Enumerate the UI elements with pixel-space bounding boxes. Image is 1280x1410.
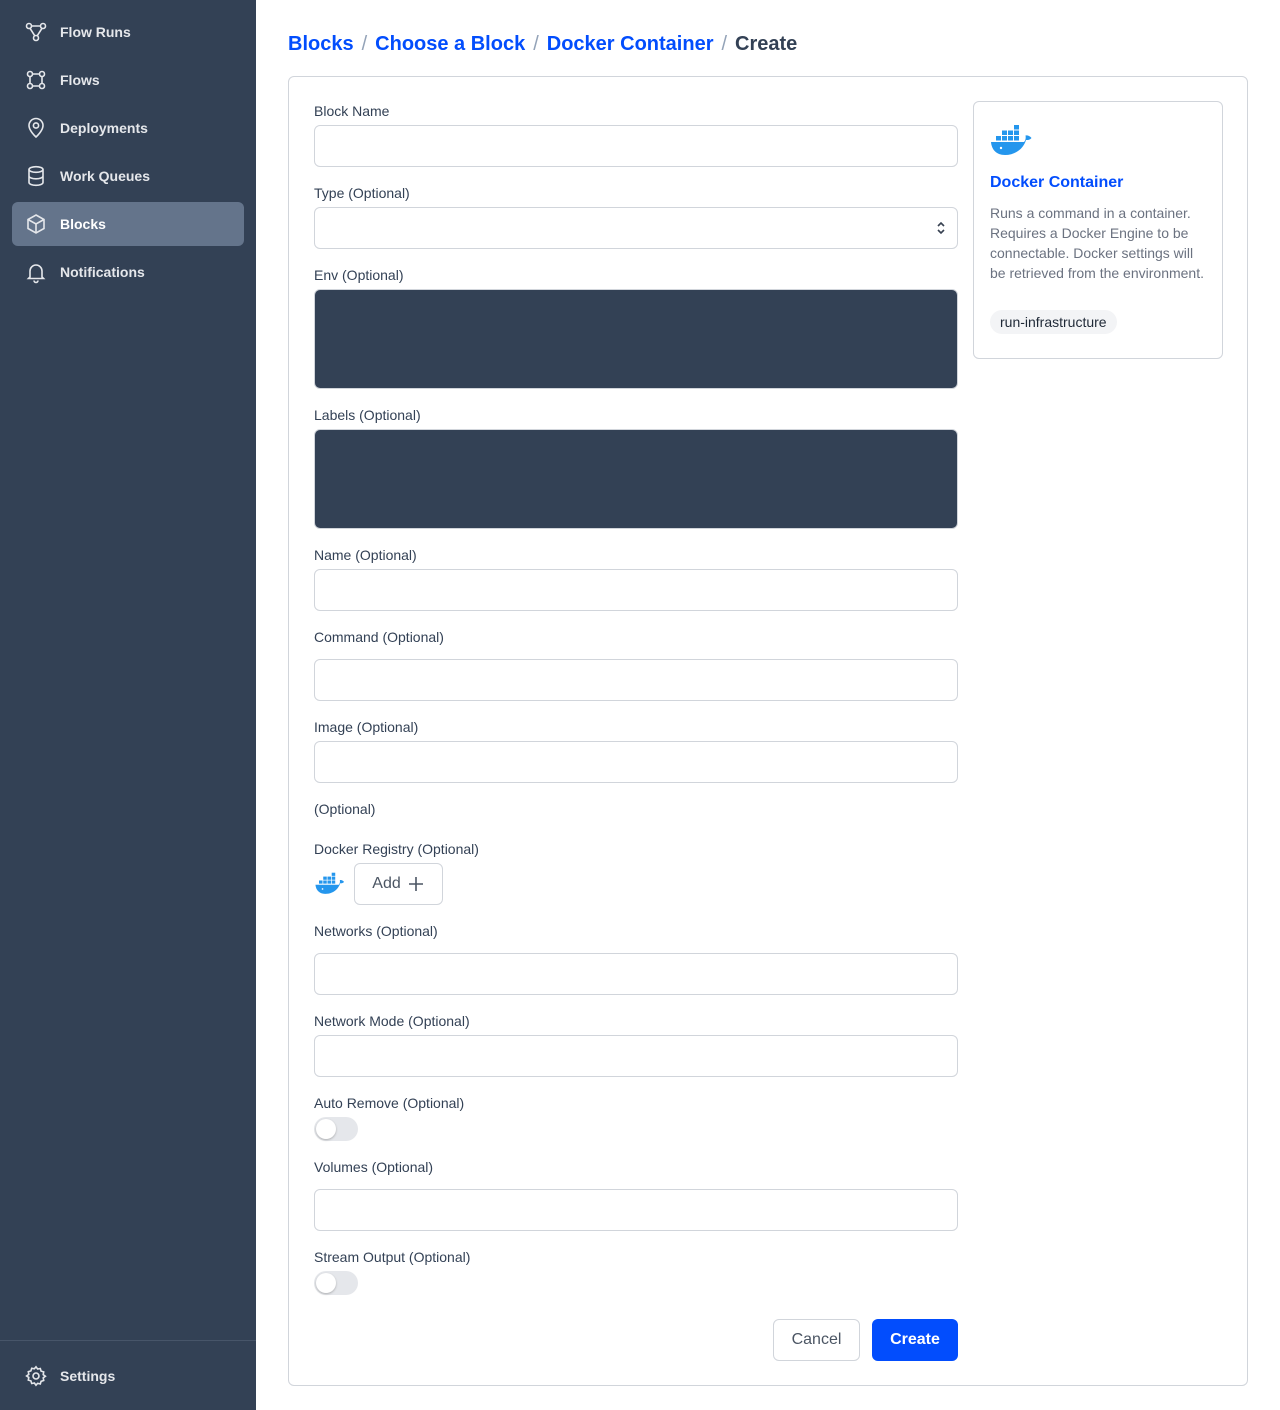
add-docker-registry-button[interactable]: Add	[354, 863, 443, 905]
toggle-knob	[316, 1273, 336, 1293]
sidebar-nav: Flow Runs Flows Deployments Work Queues	[12, 10, 244, 298]
sidebar-item-label: Flow Runs	[60, 24, 131, 40]
breadcrumb-docker-container[interactable]: Docker Container	[547, 33, 714, 56]
flow-runs-icon	[25, 22, 47, 42]
sidebar: Flow Runs Flows Deployments Work Queues	[0, 0, 256, 1410]
database-icon	[28, 165, 44, 187]
sidebar-item-notifications[interactable]: Notifications	[12, 250, 244, 294]
networks-label: Networks (Optional)	[314, 923, 438, 939]
breadcrumb-separator: /	[361, 33, 368, 55]
sidebar-item-blocks[interactable]: Blocks	[12, 202, 244, 246]
add-button-label: Add	[372, 875, 401, 892]
bell-icon	[26, 264, 46, 284]
docker-registry-row: Add	[314, 863, 443, 905]
block-name-label: Block Name	[314, 103, 390, 119]
gear-icon	[25, 1365, 47, 1387]
network-mode-label: Network Mode (Optional)	[314, 1013, 470, 1029]
network-mode-input[interactable]	[314, 1035, 958, 1077]
networks-input[interactable]	[314, 953, 958, 995]
sidebar-item-flows[interactable]: Flows	[12, 58, 244, 102]
command-label: Command (Optional)	[314, 629, 444, 645]
cancel-button[interactable]: Cancel	[773, 1319, 860, 1361]
block-info-card: Docker Container Runs a command in a con…	[973, 101, 1223, 359]
breadcrumb-current: Create	[735, 33, 798, 55]
sidebar-item-flow-runs[interactable]: Flow Runs	[12, 10, 244, 54]
auto-remove-toggle[interactable]	[314, 1117, 358, 1141]
breadcrumb-separator: /	[533, 33, 539, 55]
breadcrumb: Blocks / Choose a Block / Docker Contain…	[288, 33, 797, 56]
flows-icon	[26, 70, 46, 90]
capability-tag: run-infrastructure	[990, 310, 1117, 334]
stream-output-label: Stream Output (Optional)	[314, 1249, 471, 1265]
block-name-input[interactable]	[314, 125, 958, 167]
command-input[interactable]	[314, 659, 958, 701]
sidebar-item-label: Flows	[60, 72, 100, 88]
create-button[interactable]: Create	[872, 1319, 958, 1361]
sidebar-item-label: Blocks	[60, 216, 106, 232]
sidebar-item-label: Work Queues	[60, 168, 150, 184]
name-input[interactable]	[314, 569, 958, 611]
plus-icon	[408, 877, 423, 891]
breadcrumb-separator: /	[721, 33, 728, 55]
map-pin-icon	[28, 117, 44, 139]
volumes-input[interactable]	[314, 1189, 958, 1231]
auto-remove-label: Auto Remove (Optional)	[314, 1095, 465, 1111]
toggle-knob	[316, 1119, 336, 1139]
docker-icon	[315, 872, 345, 894]
card-title[interactable]: Docker Container	[990, 174, 1123, 192]
stream-output-toggle[interactable]	[314, 1271, 358, 1295]
labels-label: Labels (Optional)	[314, 407, 421, 423]
breadcrumb-blocks[interactable]: Blocks	[288, 33, 354, 56]
type-select[interactable]	[314, 207, 958, 249]
sidebar-item-label: Notifications	[60, 264, 145, 280]
type-label: Type (Optional)	[314, 185, 410, 201]
optional-label: (Optional)	[314, 801, 376, 817]
sidebar-divider	[0, 1340, 256, 1341]
image-label: Image (Optional)	[314, 719, 419, 735]
sidebar-item-label: Deployments	[60, 120, 148, 136]
volumes-label: Volumes (Optional)	[314, 1159, 434, 1175]
env-label: Env (Optional)	[314, 267, 404, 283]
sidebar-item-work-queues[interactable]: Work Queues	[12, 154, 244, 198]
docker-logo-icon	[991, 125, 1032, 155]
breadcrumb-choose-a-block[interactable]: Choose a Block	[375, 33, 525, 56]
select-chevron-icon	[937, 221, 945, 235]
image-input[interactable]	[314, 741, 958, 783]
labels-json-editor[interactable]	[314, 429, 958, 529]
name-label: Name (Optional)	[314, 547, 417, 563]
sidebar-item-settings[interactable]: Settings	[12, 1354, 244, 1398]
env-json-editor[interactable]	[314, 289, 958, 389]
sidebar-item-deployments[interactable]: Deployments	[12, 106, 244, 150]
cube-icon	[27, 214, 45, 234]
card-description: Runs a command in a container. Requires …	[990, 205, 1204, 281]
sidebar-item-label: Settings	[60, 1368, 116, 1384]
block-form-panel: Block Name Type (Optional) Env (Optional…	[288, 76, 1248, 1386]
docker-registry-label: Docker Registry (Optional)	[314, 841, 479, 857]
